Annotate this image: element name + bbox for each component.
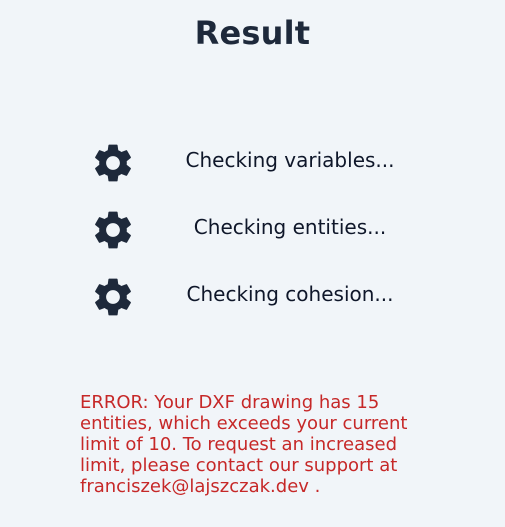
page-title: Result: [194, 14, 311, 52]
check-item-cohesion: Checking cohesion...: [0, 270, 505, 322]
check-item-entities: Checking entities...: [0, 203, 505, 255]
gear-icon: [90, 274, 136, 320]
error-message: ERROR: Your DXF drawing has 15 entities,…: [80, 392, 408, 497]
check-label: Checking variables...: [185, 148, 395, 172]
check-label: Checking entities...: [193, 215, 387, 239]
check-item-variables: Checking variables...: [0, 136, 505, 188]
checks-list: Checking variables... Checking entities.…: [0, 130, 505, 330]
check-label: Checking cohesion...: [186, 282, 394, 306]
gear-icon: [90, 207, 136, 253]
gear-icon: [90, 140, 136, 186]
